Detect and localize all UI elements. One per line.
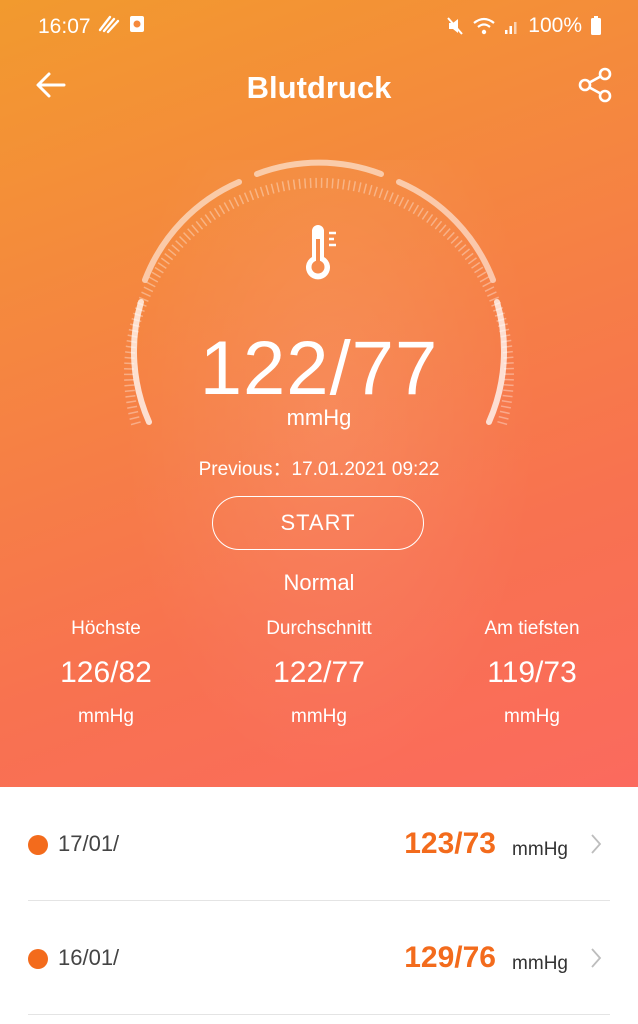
stat-label: Höchste — [71, 618, 141, 639]
thermometer-icon — [306, 225, 336, 280]
history-unit: mmHg — [512, 953, 568, 974]
previous-measurement: Previous：17.01.2021 09:22 — [198, 459, 440, 480]
stat-unit: mmHg — [504, 706, 560, 727]
history-row[interactable]: 16/01/ 129/76 mmHg — [28, 901, 610, 1015]
stat-value: 119/73 — [487, 656, 577, 689]
history-value: 129/76 — [404, 941, 496, 974]
history-list: 17/01/ 123/73 mmHg 16/01/ 129/76 mmHg — [0, 787, 638, 1024]
mute-icon — [447, 17, 464, 35]
battery-percent: 100% — [528, 14, 582, 37]
app-bar: Blutdruck — [0, 56, 638, 120]
measurement-gauge — [124, 159, 514, 426]
stat-unit: mmHg — [291, 706, 347, 727]
start-button[interactable]: START — [212, 496, 424, 550]
history-row[interactable]: 17/01/ 123/73 mmHg — [28, 787, 610, 901]
status-notification-icons — [98, 14, 146, 34]
stat-value: 122/77 — [273, 656, 365, 689]
share-icon[interactable] — [576, 66, 614, 104]
stat-value: 126/82 — [60, 656, 152, 689]
fitness-app-icon — [98, 15, 120, 34]
history-date: 16/01/ — [58, 945, 120, 970]
chevron-right-icon — [591, 834, 602, 854]
current-reading: 122/77 — [199, 326, 439, 411]
stat-highest: Höchste 126/82 mmHg — [0, 618, 212, 728]
history-date: 17/01/ — [58, 831, 120, 856]
status-system-icons: 100% — [446, 14, 602, 38]
status-label: Normal — [283, 570, 355, 595]
page-title: Blutdruck — [246, 70, 392, 105]
current-reading-unit: mmHg — [286, 405, 352, 430]
status-dot — [28, 949, 48, 969]
signal-icon — [505, 22, 517, 34]
battery-icon — [591, 16, 601, 35]
history-value: 123/73 — [404, 827, 496, 860]
stat-label: Durchschnitt — [266, 618, 372, 639]
status-bar: 16:07 100% — [0, 0, 638, 56]
stat-unit: mmHg — [78, 706, 134, 727]
stat-lowest: Am tiefsten 119/73 mmHg — [426, 618, 638, 728]
chevron-right-icon — [591, 948, 602, 968]
stat-average: Durchschnitt 122/77 mmHg — [213, 618, 425, 728]
status-time: 16:07 — [38, 15, 91, 38]
history-unit: mmHg — [512, 839, 568, 860]
app-notification-icon — [130, 16, 144, 32]
stat-label: Am tiefsten — [484, 618, 580, 639]
hero-panel: 16:07 100% Blutdruck 122/77 mmHg Previou… — [0, 0, 638, 787]
status-dot — [28, 835, 48, 855]
wifi-icon — [473, 17, 495, 35]
